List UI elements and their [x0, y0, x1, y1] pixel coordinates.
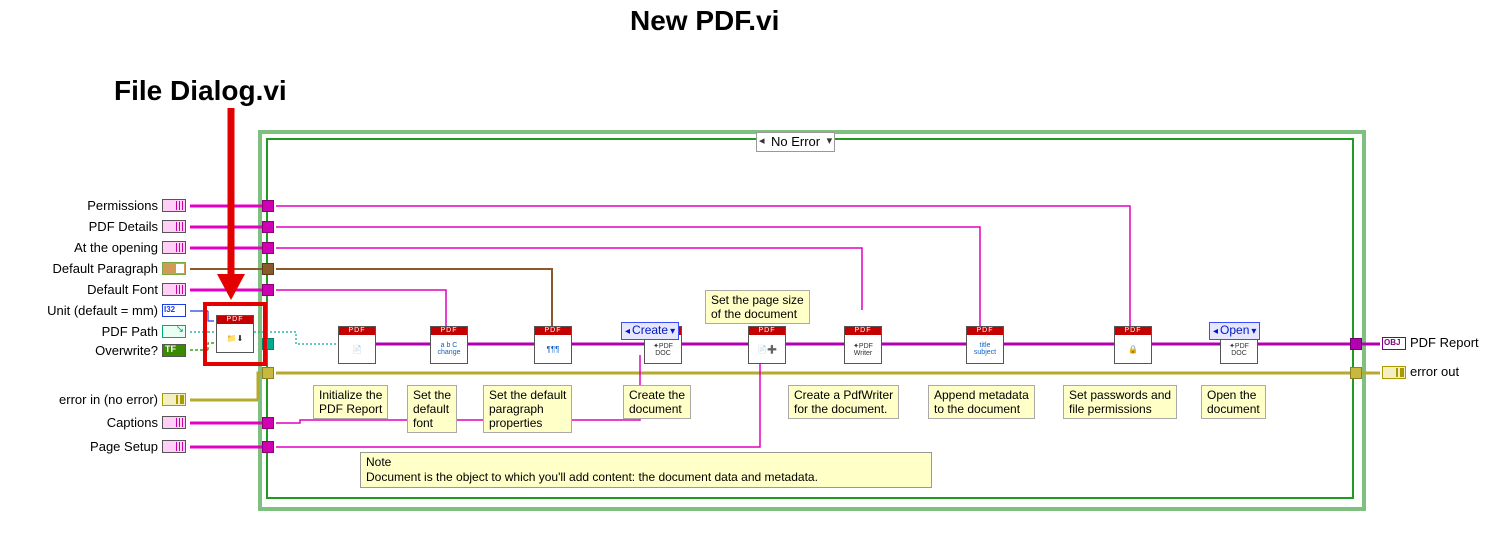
tunnel-error-out [1350, 367, 1362, 379]
pdfwriter-vi[interactable]: PDF ✦PDF Writer [844, 326, 882, 364]
terminal-pdf-details[interactable] [162, 220, 186, 233]
page-title: New PDF.vi [630, 5, 779, 37]
terminal-error-in[interactable] [162, 393, 186, 406]
terminal-overwrite[interactable] [162, 344, 186, 357]
tunnel-default-paragraph [262, 263, 274, 275]
pdf-icon: PDF [431, 327, 467, 335]
terminal-default-font[interactable] [162, 283, 186, 296]
pdf-icon: PDF [339, 327, 375, 335]
label-error-in: error in (no error) [10, 392, 158, 407]
label-page-setup: Page Setup [30, 439, 158, 454]
label-pdf-report: PDF Report [1410, 335, 1490, 350]
tip-set-para: Set the default paragraph properties [483, 385, 572, 433]
set-paragraph-vi[interactable]: PDF ¶¶¶ [534, 326, 572, 364]
poly-selector-create[interactable]: Create [621, 322, 679, 340]
terminal-default-paragraph[interactable] [162, 262, 186, 275]
label-captions: Captions [30, 415, 158, 430]
permissions-vi[interactable]: PDF 🔒 [1114, 326, 1152, 364]
pdf-icon: PDF [1115, 327, 1151, 335]
terminal-at-opening[interactable] [162, 241, 186, 254]
pdf-icon: PDF [967, 327, 1003, 335]
terminal-captions[interactable] [162, 416, 186, 429]
tunnel-error-in [262, 367, 274, 379]
tip-open-doc: Open the document [1201, 385, 1266, 419]
page-size-vi[interactable]: PDF 📄➕ [748, 326, 786, 364]
note-body: Document is the object to which you'll a… [366, 470, 926, 485]
font-icon: a b C change [431, 335, 467, 363]
label-pdf-path: PDF Path [30, 324, 158, 339]
tip-set-font: Set the default font [407, 385, 457, 433]
tunnel-at-opening [262, 242, 274, 254]
label-unit: Unit (default = mm) [0, 303, 158, 318]
tip-create-doc: Create the document [623, 385, 691, 419]
case-structure-inner [266, 138, 1354, 499]
metadata-vi[interactable]: PDF title subject [966, 326, 1004, 364]
poly-selector-open[interactable]: Open [1209, 322, 1260, 340]
note-title: Note [366, 455, 926, 470]
page-icon: 📄 [339, 335, 375, 363]
annotation-title: File Dialog.vi [114, 75, 287, 107]
tunnel-page-setup [262, 441, 274, 453]
metadata-icon: title subject [967, 335, 1003, 363]
tunnel-report-out [1350, 338, 1362, 350]
label-default-font: Default Font [30, 282, 158, 297]
tip-metadata: Append metadata to the document [928, 385, 1035, 419]
tip-page-size: Set the page size of the document [705, 290, 810, 324]
note-box: Note Document is the object to which you… [360, 452, 932, 488]
file-dialog-icon: 📁⬇ [217, 324, 253, 352]
tunnel-default-font [262, 284, 274, 296]
pdf-icon: PDF [845, 327, 881, 335]
label-at-opening: At the opening [30, 240, 158, 255]
pdf-icon: PDF [217, 316, 253, 324]
file-dialog-vi[interactable]: PDF 📁⬇ [216, 315, 254, 353]
indicator-pdf-report[interactable] [1382, 337, 1406, 350]
label-default-paragraph: Default Paragraph [10, 261, 158, 276]
indicator-error-out[interactable] [1382, 366, 1406, 379]
label-permissions: Permissions [30, 198, 158, 213]
page-plus-icon: 📄➕ [749, 335, 785, 363]
set-font-vi[interactable]: PDF a b C change [430, 326, 468, 364]
pdf-icon: PDF [749, 327, 785, 335]
case-selector[interactable]: No Error [756, 132, 835, 152]
label-pdf-details: PDF Details [30, 219, 158, 234]
terminal-permissions[interactable] [162, 199, 186, 212]
writer-icon: ✦PDF Writer [845, 335, 881, 363]
tip-permissions: Set passwords and file permissions [1063, 385, 1177, 419]
terminal-page-setup[interactable] [162, 440, 186, 453]
terminal-unit[interactable] [162, 304, 186, 317]
label-overwrite: Overwrite? [30, 343, 158, 358]
tunnel-pdf-details [262, 221, 274, 233]
initialize-vi[interactable]: PDF 📄 [338, 326, 376, 364]
label-error-out: error out [1410, 364, 1490, 379]
tunnel-captions [262, 417, 274, 429]
lock-icon: 🔒 [1115, 335, 1151, 363]
terminal-pdf-path[interactable] [162, 325, 186, 338]
pdf-icon: PDF [535, 327, 571, 335]
tunnel-permissions [262, 200, 274, 212]
tip-pdfwriter: Create a PdfWriter for the document. [788, 385, 899, 419]
tip-initialize: Initialize the PDF Report [313, 385, 388, 419]
paragraph-icon: ¶¶¶ [535, 335, 571, 363]
